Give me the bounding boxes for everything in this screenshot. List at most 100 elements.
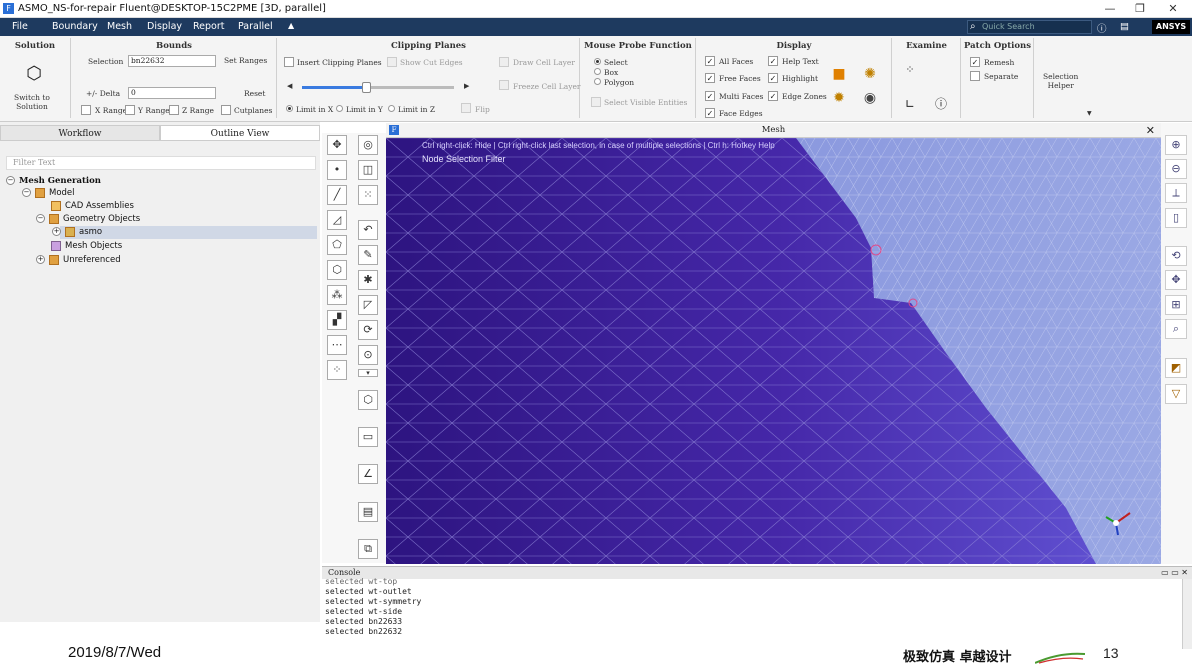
highlight-view-icon[interactable]: ◩ (1165, 358, 1187, 378)
insert-clipping-checkbox[interactable] (284, 57, 294, 67)
pan-view-icon[interactable]: ✥ (1165, 270, 1187, 290)
slider-left-arrow[interactable]: ◀ (287, 82, 292, 90)
zone-filter-icon[interactable]: ⬠ (327, 235, 347, 255)
more-tools-icon[interactable]: ▾ (358, 369, 378, 377)
probe-box-radio[interactable] (594, 68, 601, 75)
zoom-in-icon[interactable]: ⊕ (1165, 135, 1187, 155)
select-visible-checkbox[interactable] (591, 97, 601, 107)
split-tool-icon[interactable]: ✱ (358, 270, 378, 290)
z-range-checkbox[interactable] (169, 105, 179, 115)
node-filter-icon[interactable]: • (327, 160, 347, 180)
close-window-button[interactable]: ✕ (1158, 1, 1188, 17)
help-icon[interactable]: ⓘ (1097, 21, 1107, 35)
smooth-tool-icon[interactable]: ◸ (358, 295, 378, 315)
expand-toggle-icon[interactable]: + (52, 227, 61, 236)
examine-nodes-icon[interactable]: ⁘ (902, 62, 918, 78)
freeze-cell-layer-checkbox[interactable] (499, 80, 509, 90)
tree-geometry-objects[interactable]: − Geometry Objects (36, 213, 140, 226)
all-faces-checkbox[interactable]: ✓ (705, 56, 715, 66)
minimize-button[interactable]: — (1095, 1, 1125, 17)
remesh-checkbox[interactable]: ✓ (970, 57, 980, 67)
tree-model[interactable]: − Model (22, 187, 75, 200)
limit-y-radio[interactable] (336, 105, 343, 112)
show-cut-edges-checkbox[interactable] (387, 57, 397, 67)
cube-view-icon[interactable]: ⬡ (358, 390, 378, 410)
dropdown-arrow-icon[interactable]: ▼ (1087, 110, 1092, 117)
probe-select-radio[interactable] (594, 58, 601, 65)
sun-icon[interactable]: ✹ (831, 90, 847, 106)
highlight-checkbox[interactable]: ✓ (768, 73, 778, 83)
collapse-toggle-icon[interactable]: − (6, 176, 15, 185)
mesh-viewport[interactable] (386, 138, 1161, 564)
flip-checkbox[interactable] (461, 103, 471, 113)
face-filter-icon[interactable]: ◿ (327, 210, 347, 230)
tree-cad-assemblies[interactable]: CAD Assemblies (51, 200, 134, 213)
limit-x-radio[interactable] (286, 105, 293, 112)
lighting-icon[interactable]: ✺ (862, 66, 878, 82)
menu-display[interactable]: Display (147, 21, 182, 32)
edge-select-icon[interactable]: ⋯ (327, 335, 347, 355)
restore-button[interactable]: ❐ (1125, 1, 1155, 17)
zoom-out-icon[interactable]: ⊖ (1165, 159, 1187, 179)
console-window-controls[interactable]: ▭ ▭ ✕ (1161, 567, 1188, 579)
edge-zones-checkbox[interactable]: ✓ (768, 91, 778, 101)
notes-icon[interactable]: ▤ (1120, 21, 1129, 32)
hide-tool-icon[interactable]: ◎ (358, 135, 378, 155)
menu-boundary[interactable]: Boundary (52, 21, 98, 32)
measure-tool-icon[interactable]: ▭ (358, 427, 378, 447)
collapse-toggle-icon[interactable]: − (22, 188, 31, 197)
object-filter-icon[interactable]: ⁂ (327, 285, 347, 305)
selection-field[interactable]: bn22632 (128, 55, 216, 67)
tree-mesh-objects[interactable]: Mesh Objects (51, 240, 122, 253)
face-edges-checkbox[interactable]: ✓ (705, 108, 715, 118)
menu-file[interactable]: File (12, 21, 28, 32)
repair-tool-icon[interactable]: ✎ (358, 245, 378, 265)
probe-polygon-radio[interactable] (594, 78, 601, 85)
cell-filter-icon[interactable]: ⬡ (327, 260, 347, 280)
filter-text-input[interactable]: Filter Text (6, 156, 316, 170)
show-tool-icon[interactable]: ◫ (358, 160, 378, 180)
multi-faces-checkbox[interactable]: ✓ (705, 91, 715, 101)
menu-mesh[interactable]: Mesh (107, 21, 132, 32)
y-range-checkbox[interactable] (125, 105, 135, 115)
page-icon[interactable]: ▯ (1165, 208, 1187, 228)
slider-right-arrow[interactable]: ▶ (464, 82, 469, 90)
view-triangle-icon[interactable]: ▽ (1165, 384, 1187, 404)
tree-unreferenced[interactable]: + Unreferenced (36, 254, 121, 267)
switch-to-solution-button[interactable]: Switch to Solution (14, 93, 50, 111)
delta-field[interactable]: 0 (128, 87, 216, 99)
examine-angle-icon[interactable]: ∟ (902, 96, 918, 112)
help-text-checkbox[interactable]: ✓ (768, 56, 778, 66)
tab-workflow[interactable]: Workflow (0, 125, 160, 141)
multi-select-icon[interactable]: ▞ (327, 310, 347, 330)
set-ranges-button[interactable]: Set Ranges (224, 56, 267, 65)
view-eye-icon[interactable]: ◉ (862, 90, 878, 106)
select-tool-icon[interactable]: ✥ (327, 135, 347, 155)
tree-asmo[interactable]: + asmo (52, 226, 102, 239)
zoom-box-icon[interactable]: ⊞ (1165, 295, 1187, 315)
expand-toggle-icon[interactable]: + (36, 255, 45, 264)
clipping-slider-track[interactable] (302, 82, 454, 93)
separate-checkbox[interactable] (970, 71, 980, 81)
node-grid-icon[interactable]: ⁘ (327, 360, 347, 380)
fit-view-icon[interactable]: ⌕ (1165, 319, 1187, 339)
edge-filter-icon[interactable]: ╱ (327, 185, 347, 205)
rotate-view-icon[interactable]: ⟲ (1165, 246, 1187, 266)
tab-outline-view[interactable]: Outline View (160, 125, 320, 141)
x-range-checkbox[interactable] (81, 105, 91, 115)
target-tool-icon[interactable]: ⊙ (358, 345, 378, 365)
collapse-ribbon-button[interactable]: ▲ (288, 21, 294, 30)
menu-parallel[interactable]: Parallel (238, 21, 273, 32)
merge-tool-icon[interactable]: ⁙ (358, 185, 378, 205)
selection-helper-button[interactable]: Selection Helper (1043, 72, 1078, 90)
report-tool-icon[interactable]: ▤ (358, 502, 378, 522)
collapse-toggle-icon[interactable]: − (36, 214, 45, 223)
console-scrollbar[interactable] (1182, 579, 1192, 649)
draw-cell-layer-checkbox[interactable] (499, 57, 509, 67)
axes-icon[interactable]: ⟂ (1165, 183, 1187, 203)
examine-info-icon[interactable]: ⓘ (933, 96, 949, 112)
limit-z-radio[interactable] (388, 105, 395, 112)
free-faces-checkbox[interactable]: ✓ (705, 73, 715, 83)
reset-button[interactable]: Reset (244, 89, 265, 98)
viewport-close-button[interactable]: ✕ (1146, 123, 1155, 138)
